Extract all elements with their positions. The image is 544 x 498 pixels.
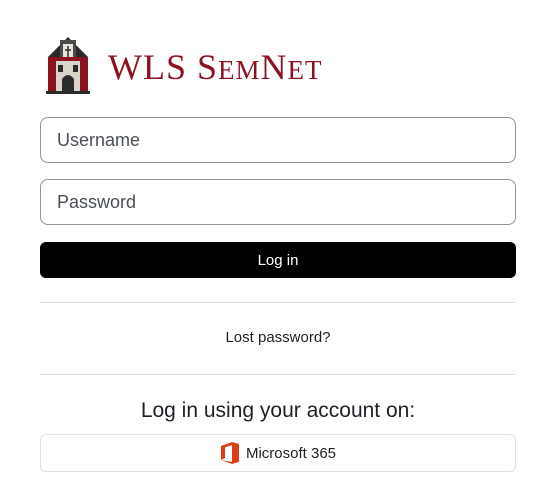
alternate-login-heading: Log in using your account on: (140, 399, 416, 422)
logo-text-part: N (260, 47, 288, 87)
lost-password-link[interactable]: Lost password? (40, 329, 516, 346)
microsoft-365-login-button[interactable]: Microsoft 365 (40, 434, 516, 472)
logo-text-part: EM (218, 55, 261, 85)
login-button[interactable]: Log in (40, 242, 516, 278)
divider (40, 302, 516, 303)
logo-wordmark: WLS SEMNET (108, 49, 323, 85)
username-input[interactable] (40, 117, 516, 163)
divider (40, 374, 516, 375)
microsoft-office-icon (220, 442, 239, 464)
microsoft-365-label: Microsoft 365 (245, 444, 337, 462)
password-input[interactable] (40, 179, 516, 225)
logo-text-part: WLS (108, 47, 197, 87)
logo-text-part: ET (287, 55, 323, 85)
login-page: WLS SEMNET Log in Lost password? Log in … (0, 0, 544, 498)
site-logo: WLS SEMNET (44, 34, 323, 96)
logo-text-part: S (197, 47, 219, 87)
chapel-logo-icon (46, 37, 90, 94)
